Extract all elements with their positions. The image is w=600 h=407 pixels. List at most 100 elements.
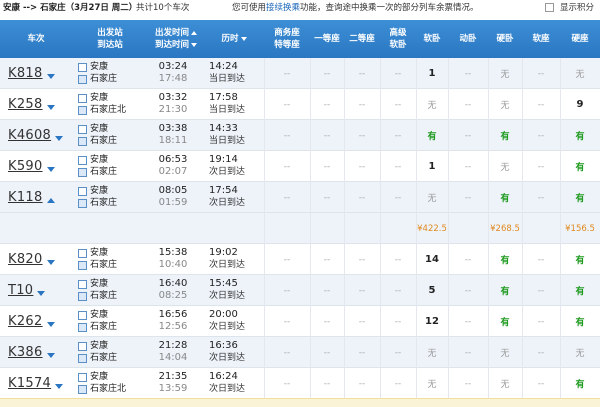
station-name: 安康 xyxy=(90,93,109,103)
expand-caret-icon[interactable] xyxy=(46,322,55,327)
seat-availability[interactable]: 无 xyxy=(488,89,522,120)
start-station-icon xyxy=(78,186,87,196)
sort-dep-time[interactable]: 出发时间 xyxy=(155,27,197,39)
station-line: 安康 xyxy=(78,309,144,321)
column-divider xyxy=(310,89,311,120)
expand-caret-icon[interactable] xyxy=(55,384,64,389)
seat-availability[interactable]: 5 xyxy=(416,275,448,306)
seat-availability: -- xyxy=(464,378,472,389)
seat-availability[interactable]: 无 xyxy=(416,368,448,399)
seat-availability[interactable]: 有 xyxy=(488,275,522,306)
station-cell: 安康 石家庄 xyxy=(78,309,144,333)
expand-caret-icon[interactable] xyxy=(46,353,55,358)
sort-arr-time[interactable]: 到达时间 xyxy=(155,39,197,51)
seat-availability[interactable]: 有 xyxy=(560,182,600,213)
duration-value: 19:14 xyxy=(209,154,238,165)
seat-availability[interactable]: 无 xyxy=(416,337,448,368)
transfer-link[interactable]: 接续换乘 xyxy=(266,3,300,13)
seat-availability[interactable]: 无 xyxy=(416,89,448,120)
duration-cell: 16:24 次日到达 xyxy=(209,371,264,395)
time-cell: 03:24 17:48 xyxy=(148,61,198,85)
train-code-link[interactable]: K818 xyxy=(8,66,43,81)
start-station-icon xyxy=(78,248,87,258)
train-code-link[interactable]: K258 xyxy=(8,97,43,112)
train-code-link[interactable]: K118 xyxy=(8,190,43,205)
train-row[interactable]: K820 安康 石家庄 15:38 10:40 19:02 次日到达 -- -- -- -- 14 --… xyxy=(0,244,600,275)
seat-availability[interactable]: 1 xyxy=(416,58,448,89)
train-row[interactable]: K818 安康 石家庄 03:24 17:48 14:24 当日到达 -- -- -- -- 1 -- 无… xyxy=(0,58,600,89)
train-row[interactable]: K590 安康 石家庄 06:53 02:07 19:14 次日到达 -- -- -- -- 1 -- 无… xyxy=(0,151,600,182)
seat-availability[interactable]: 无 xyxy=(560,337,600,368)
seat-availability[interactable]: 14 xyxy=(416,244,448,275)
arrival-time: 01:59 xyxy=(158,197,188,208)
seat-availability[interactable]: 无 xyxy=(488,337,522,368)
seat-availability[interactable]: 无 xyxy=(488,368,522,399)
expand-caret-icon[interactable] xyxy=(46,198,55,203)
seat-availability: -- xyxy=(394,254,402,265)
train-code-link[interactable]: K386 xyxy=(8,345,43,360)
seat-availability[interactable]: 有 xyxy=(560,151,600,182)
duration-cell: 15:45 次日到达 xyxy=(209,278,264,302)
arrival-day: 次日到达 xyxy=(209,167,246,177)
col-times[interactable]: 出发时间 到达时间 xyxy=(148,20,204,58)
seat-availability[interactable]: 有 xyxy=(488,182,522,213)
seat-availability[interactable]: 有 xyxy=(560,120,600,151)
train-row[interactable]: K1574 安康 石家庄北 21:35 13:59 16:24 次日到达 -- -- -- -- 无 -… xyxy=(0,368,600,399)
col-soft-seat-label: 软座 xyxy=(532,34,550,44)
column-divider xyxy=(380,337,381,368)
col-first-label: 一等座 xyxy=(314,34,340,44)
seat-availability[interactable]: 有 xyxy=(560,306,600,337)
col-duration[interactable]: 历时 xyxy=(204,20,264,58)
time-cell: 21:35 13:59 xyxy=(148,371,198,395)
train-row[interactable]: K258 安康 石家庄北 03:32 21:30 17:58 当日到达 -- -- -- -- 无 --… xyxy=(0,89,600,120)
column-divider xyxy=(560,337,561,368)
show-points-checkbox[interactable] xyxy=(545,3,554,12)
arrival-day: 次日到达 xyxy=(209,198,246,208)
seat-availability[interactable]: 无 xyxy=(560,58,600,89)
sort-duration[interactable]: 历时 xyxy=(221,33,247,45)
train-code-link[interactable]: K4608 xyxy=(8,128,51,143)
seat-availability: -- xyxy=(283,347,291,358)
seat-availability: -- xyxy=(394,130,402,141)
column-divider xyxy=(448,306,449,337)
train-code-link[interactable]: K262 xyxy=(8,314,43,329)
seat-availability: -- xyxy=(283,68,291,79)
column-divider xyxy=(264,182,265,213)
train-row[interactable]: T10 安康 石家庄 16:40 08:25 15:45 次日到达 -- -- -- -- 5 -- 有 -… xyxy=(0,275,600,306)
expand-caret-icon[interactable] xyxy=(37,291,46,296)
seat-availability[interactable]: 有 xyxy=(560,244,600,275)
seat-availability: -- xyxy=(537,378,545,389)
column-divider xyxy=(264,213,265,244)
seat-availability[interactable]: 有 xyxy=(488,120,522,151)
expand-caret-icon[interactable] xyxy=(55,136,64,141)
seat-availability[interactable]: 有 xyxy=(488,244,522,275)
departure-time: 06:53 xyxy=(158,154,188,165)
seat-availability[interactable]: 有 xyxy=(488,306,522,337)
seat-availability[interactable]: 无 xyxy=(488,151,522,182)
expand-caret-icon[interactable] xyxy=(46,105,55,110)
train-row[interactable]: K386 安康 石家庄 21:28 14:04 16:36 次日到达 -- -- -- -- 无 -- 无… xyxy=(0,337,600,368)
column-divider xyxy=(380,89,381,120)
train-code-link[interactable]: K1574 xyxy=(8,376,51,391)
train-row[interactable]: K262 安康 石家庄 16:56 12:56 20:00 次日到达 -- -- -- -- 12 --… xyxy=(0,306,600,337)
seat-availability[interactable]: 1 xyxy=(416,151,448,182)
seat-availability: -- xyxy=(323,99,331,110)
time-cell: 16:56 12:56 xyxy=(148,309,198,333)
train-code-link[interactable]: K590 xyxy=(8,159,43,174)
station-line: 安康 xyxy=(78,92,144,104)
expand-caret-icon[interactable] xyxy=(46,74,55,79)
seat-availability[interactable]: 12 xyxy=(416,306,448,337)
train-code-link[interactable]: T10 xyxy=(8,283,33,298)
seat-availability[interactable]: 有 xyxy=(560,368,600,399)
train-row[interactable]: K118 安康 石家庄 08:05 01:59 17:54 次日到达 -- -- -- -- 无 -- 有… xyxy=(0,182,600,213)
expand-caret-icon[interactable] xyxy=(46,260,55,265)
expand-caret-icon[interactable] xyxy=(46,167,55,172)
column-divider xyxy=(522,337,523,368)
train-row[interactable]: K4608 安康 石家庄 03:38 18:11 14:33 当日到达 -- -- -- -- 有 --… xyxy=(0,120,600,151)
train-code-link[interactable]: K820 xyxy=(8,252,43,267)
seat-availability[interactable]: 9 xyxy=(560,89,600,120)
seat-availability[interactable]: 有 xyxy=(416,120,448,151)
seat-availability[interactable]: 有 xyxy=(560,275,600,306)
seat-availability[interactable]: 无 xyxy=(488,58,522,89)
seat-availability[interactable]: 无 xyxy=(416,182,448,213)
